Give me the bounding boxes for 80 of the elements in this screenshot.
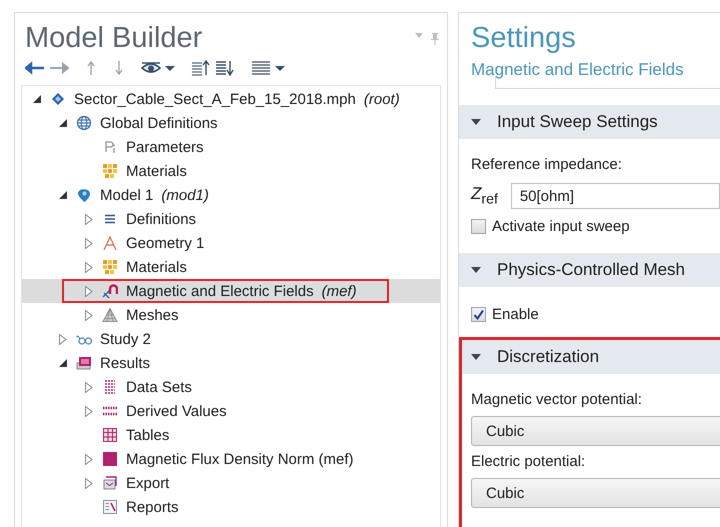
section-title: Physics-Controlled Mesh: [497, 260, 686, 280]
tree-item[interactable]: Data Sets: [126, 378, 192, 396]
back-arrow-icon[interactable]: [25, 60, 45, 76]
down-arrow-icon[interactable]: [113, 60, 125, 76]
panel-title: Model Builder: [25, 21, 202, 55]
tree-item[interactable]: Materials: [126, 162, 187, 180]
expand-triangle-icon[interactable]: [85, 406, 93, 416]
expand-triangle-icon[interactable]: [85, 382, 93, 392]
report-document-icon: [102, 499, 118, 515]
expand-triangle-icon[interactable]: [85, 454, 93, 464]
data-grid-icon: [102, 379, 118, 395]
field-label: Electric potential:: [471, 452, 586, 472]
list-view-icon[interactable]: [251, 60, 271, 76]
tree-item[interactable]: Results: [100, 354, 150, 372]
collapse-caret-icon: [471, 119, 481, 125]
magnet-icon: [102, 283, 118, 299]
checkbox[interactable]: [471, 306, 486, 322]
tree-item-tag: (root): [364, 90, 400, 108]
tree-item[interactable]: Model 1: [100, 186, 154, 204]
tree-item-tag: (mod1): [161, 186, 209, 204]
dropdown[interactable]: Cubic: [471, 478, 720, 508]
expand-triangle-icon[interactable]: [59, 334, 67, 344]
tree-item[interactable]: Magnetic Flux Density Norm (mef): [126, 450, 354, 468]
tree-item[interactable]: Sector_Cable_Sect_A_Feb_15_2018.mph: [74, 90, 356, 108]
checkbox[interactable]: [471, 218, 486, 234]
results-stack-icon: [76, 355, 92, 371]
tree-item[interactable]: Global Definitions: [100, 114, 218, 132]
tree-item[interactable]: Geometry 1: [126, 234, 204, 252]
checkbox-label: Enable: [492, 306, 539, 322]
tree-item[interactable]: Tables: [126, 426, 170, 444]
expand-triangle-icon[interactable]: [85, 214, 93, 224]
expand-triangle-icon[interactable]: [85, 310, 93, 320]
plot-square-icon: [102, 451, 118, 467]
section-header[interactable]: Physics-Controlled Mesh: [459, 253, 720, 287]
materials-icon: [102, 259, 118, 275]
collapse-triangle-icon[interactable]: [58, 118, 68, 128]
forward-arrow-icon[interactable]: [49, 60, 69, 76]
input-field[interactable]: 50[ohm]: [510, 183, 720, 209]
up-arrow-icon[interactable]: [85, 60, 97, 76]
checkbox-label: Activate input sweep: [492, 218, 630, 234]
pin-icon: [431, 33, 439, 45]
dropdown-caret-icon: [415, 33, 423, 39]
collapse-triangle-icon[interactable]: [32, 94, 42, 104]
tree-item[interactable]: Definitions: [126, 210, 196, 228]
move-down-list-icon[interactable]: [215, 60, 235, 76]
collapse-triangle-icon[interactable]: [58, 358, 68, 368]
check-icon: [473, 308, 484, 320]
diamond-icon: [50, 91, 66, 107]
field-label: Reference impedance:: [471, 155, 623, 175]
move-up-list-icon[interactable]: [191, 60, 211, 76]
expand-triangle-icon[interactable]: [85, 238, 93, 248]
section-header[interactable]: Input Sweep Settings: [459, 105, 720, 139]
tree-item[interactable]: Export: [126, 474, 170, 492]
section-title: Input Sweep Settings: [497, 112, 658, 132]
field-label: Magnetic vector potential:: [471, 390, 643, 410]
section-title: Discretization: [497, 347, 600, 367]
dropdown[interactable]: Cubic: [471, 416, 720, 446]
globe-icon: [76, 115, 92, 131]
materials-icon: [102, 163, 118, 179]
eye-icon[interactable]: [141, 60, 161, 76]
expand-triangle-icon[interactable]: [85, 478, 93, 488]
panel-title: Settings: [470, 21, 577, 55]
mesh-triangle-icon: [102, 307, 118, 323]
tree-item[interactable]: Magnetic and Electric Fields: [126, 282, 314, 300]
export-box-icon: [102, 475, 118, 491]
collapse-caret-icon: [471, 354, 481, 360]
tree-item[interactable]: Derived Values: [126, 402, 227, 420]
expand-triangle-icon[interactable]: [85, 262, 93, 272]
tree-item[interactable]: Meshes: [126, 306, 179, 324]
field-label: Z$_{ref}$: [471, 184, 499, 208]
section-header[interactable]: Discretization: [462, 340, 720, 374]
tree-item[interactable]: Reports: [126, 498, 179, 516]
tree-item-tag: (mef): [322, 282, 357, 300]
tree-item[interactable]: Materials: [126, 258, 187, 276]
collapse-triangle-icon[interactable]: [58, 190, 68, 200]
expand-triangle-icon[interactable]: [85, 286, 93, 296]
table-icon: [102, 427, 118, 443]
tree-item[interactable]: Study 2: [100, 330, 151, 348]
collapse-caret-icon: [471, 267, 481, 273]
tree-item[interactable]: Parameters: [126, 138, 204, 156]
